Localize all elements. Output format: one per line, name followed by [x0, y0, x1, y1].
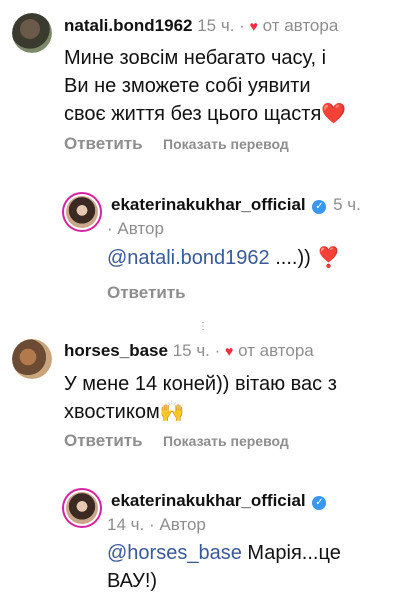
- comment-text-line: @horses_base Марія...це: [107, 539, 341, 567]
- comment-header: natali.bond1962 15 ч. · ♥ от автора: [64, 14, 338, 38]
- comment-actions: Ответить Показать перевод: [64, 430, 289, 453]
- comment-actions: Ответить: [107, 282, 186, 305]
- comment-text-line: своє життя без цього щастя❤️: [64, 100, 346, 128]
- verified-icon: ✓: [312, 200, 327, 214]
- comment-header-line2: 14 ч. · Автор: [107, 513, 206, 537]
- comment-text-line: Мине зовсім небагато часу, і: [64, 47, 327, 69]
- translate-button[interactable]: Показать перевод: [163, 433, 289, 449]
- comment-text-line: хвостиком: [64, 401, 160, 423]
- username[interactable]: natali.bond1962: [64, 16, 192, 35]
- avatar[interactable]: [12, 339, 52, 379]
- avatar[interactable]: [12, 13, 52, 53]
- comment-text-line: У мене 14 коней)) вітаю вас з: [64, 373, 337, 395]
- comment-actions: Ответить Показать перевод: [64, 133, 289, 156]
- comment-text: @natali.bond1962 ....)) ❣️: [107, 244, 341, 272]
- separator: ·: [239, 16, 245, 35]
- more-dots-icon[interactable]: ⋮: [198, 322, 208, 332]
- separator: ·: [148, 515, 155, 534]
- raised-hands-emoji: 🙌: [159, 401, 185, 423]
- translate-button[interactable]: Показать перевод: [163, 136, 289, 152]
- heart-exclamation-emoji: ❣️: [316, 247, 342, 269]
- comment-time: 5 ч.: [333, 195, 361, 214]
- comment-text-line: ВАУ!): [107, 570, 158, 592]
- separator: ·: [214, 341, 221, 360]
- username[interactable]: ekaterinakukhar_official: [111, 195, 306, 214]
- comment-header: ekaterinakukhar_official ✓ 5 ч.: [111, 193, 361, 217]
- comment-text-line: Марія...це: [241, 542, 341, 564]
- author-label: Автор: [117, 219, 164, 238]
- reply-button[interactable]: Ответить: [107, 283, 186, 302]
- comment-text: @horses_base Марія...це ВАУ!): [107, 539, 341, 595]
- username[interactable]: horses_base: [64, 341, 168, 360]
- mention-link[interactable]: @horses_base: [107, 542, 242, 564]
- heart-emoji: ❤️: [321, 103, 347, 125]
- comment-time: 14 ч.: [107, 515, 145, 534]
- comment-text-line: хвостиком🙌: [64, 398, 337, 426]
- liked-by-author-label: от автора: [238, 341, 314, 360]
- comment-text: Мине зовсім небагато часу, і Ви не зможе…: [64, 44, 346, 128]
- heart-icon: ♥: [225, 343, 234, 359]
- avatar[interactable]: [62, 192, 102, 232]
- heart-icon: ♥: [249, 18, 258, 34]
- comment-header-line2: · Автор: [107, 217, 164, 241]
- username[interactable]: ekaterinakukhar_official: [111, 491, 306, 510]
- verified-icon: ✓: [312, 496, 327, 510]
- reply-button[interactable]: Ответить: [64, 431, 143, 450]
- comment-text-line: своє життя без цього щастя: [64, 103, 322, 125]
- comment-header: horses_base 15 ч. · ♥ от автора: [64, 339, 314, 363]
- reply-button[interactable]: Ответить: [64, 134, 143, 153]
- comment-text: У мене 14 коней)) вітаю вас з хвостиком🙌: [64, 370, 337, 426]
- comment-time: 15 ч.: [197, 16, 235, 35]
- mention-link[interactable]: @natali.bond1962: [107, 247, 270, 269]
- comment-text-line: ....)): [269, 247, 311, 269]
- comment-header: ekaterinakukhar_official ✓: [111, 489, 328, 513]
- liked-by-author-label: от автора: [262, 16, 339, 35]
- separator: ·: [107, 219, 113, 238]
- comment-text-line: Ви не зможете собі уявити: [64, 75, 311, 97]
- author-label: Автор: [159, 515, 206, 534]
- avatar[interactable]: [62, 488, 102, 528]
- comment-time: 15 ч.: [172, 341, 210, 360]
